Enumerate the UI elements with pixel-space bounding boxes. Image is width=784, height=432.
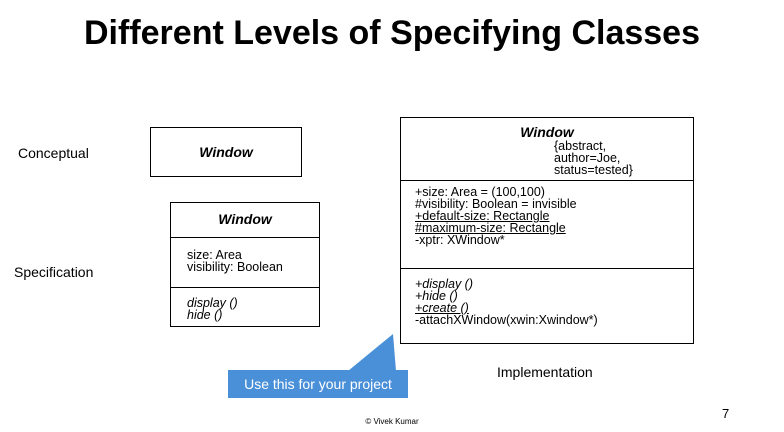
footer-credit: © Vivek Kumar <box>365 417 419 426</box>
page-number: 7 <box>722 406 730 421</box>
callout-pointer-shape <box>348 334 396 371</box>
callout-box: Use this for your project <box>228 370 408 398</box>
callout-pointer <box>348 334 396 371</box>
